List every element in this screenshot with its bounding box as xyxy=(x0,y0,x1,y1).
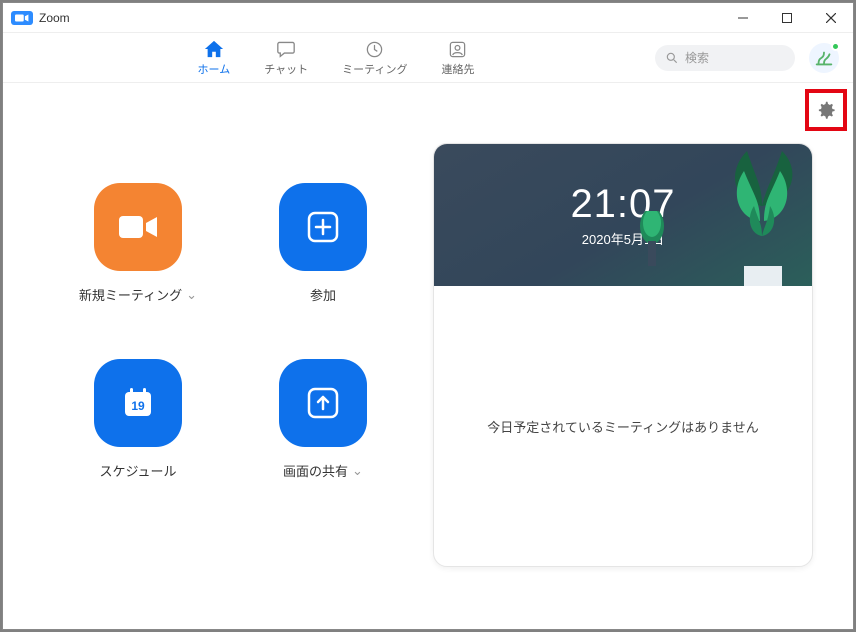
svg-text:19: 19 xyxy=(131,399,145,413)
user-avatar[interactable] xyxy=(809,43,839,73)
schedule-action: 19 スケジュール xyxy=(73,359,203,480)
settings-button-highlight xyxy=(805,89,847,131)
card-hero: 21:07 2020年5月1日 xyxy=(434,144,812,286)
actions-grid: 新規ミーティング ⌄ 参加 19 xyxy=(3,83,423,629)
calendar-icon: 19 xyxy=(119,384,157,422)
plus-icon xyxy=(305,209,341,245)
video-icon xyxy=(116,211,160,243)
nav-home[interactable]: ホーム xyxy=(198,38,231,77)
new-meeting-action: 新規ミーティング ⌄ xyxy=(73,183,203,304)
window-title: Zoom xyxy=(39,11,70,25)
nav-meetings[interactable]: ミーティング xyxy=(342,38,407,77)
join-label: 参加 xyxy=(310,285,336,304)
nav-chat[interactable]: チャット xyxy=(264,38,308,77)
join-caption: 参加 xyxy=(310,285,336,304)
minimize-button[interactable] xyxy=(721,3,765,33)
contacts-icon xyxy=(448,38,467,60)
share-screen-label: 画面の共有 xyxy=(283,461,348,480)
new-meeting-button[interactable] xyxy=(94,183,182,271)
window-controls xyxy=(721,3,853,33)
chevron-down-icon: ⌄ xyxy=(352,463,363,479)
chat-icon xyxy=(276,38,296,60)
titlebar: Zoom xyxy=(3,3,853,33)
nav-home-label: ホーム xyxy=(198,61,231,77)
search-input[interactable]: 検索 xyxy=(655,45,795,71)
close-button[interactable] xyxy=(809,3,853,33)
main-content: 新規ミーティング ⌄ 参加 19 xyxy=(3,83,853,629)
join-button[interactable] xyxy=(279,183,367,271)
plant-decoration xyxy=(702,146,812,286)
right-pane: 21:07 2020年5月1日 今日予定されているミーティングはありません xyxy=(423,83,853,629)
app-icon xyxy=(11,11,33,25)
nav-contacts-label: 連絡先 xyxy=(441,61,474,77)
chevron-down-icon: ⌄ xyxy=(186,287,197,303)
clock-icon xyxy=(365,38,384,60)
schedule-caption: スケジュール xyxy=(99,461,176,480)
gear-icon[interactable] xyxy=(817,101,835,119)
share-screen-caption[interactable]: 画面の共有 ⌄ xyxy=(283,461,363,480)
new-meeting-caption[interactable]: 新規ミーティング ⌄ xyxy=(79,285,197,304)
top-nav: ホーム チャット ミーティング 連絡先 xyxy=(3,33,853,83)
app-window: Zoom ホーム チャット xyxy=(2,2,854,630)
join-action: 参加 xyxy=(258,183,388,304)
nav-meetings-label: ミーティング xyxy=(342,61,407,77)
home-icon xyxy=(203,38,225,60)
share-screen-action: 画面の共有 ⌄ xyxy=(258,359,388,480)
nav-chat-label: チャット xyxy=(264,61,308,77)
status-indicator xyxy=(831,42,840,51)
today-card: 21:07 2020年5月1日 今日予定されているミーティングはありません xyxy=(433,143,813,567)
share-screen-button[interactable] xyxy=(279,359,367,447)
search-placeholder: 検索 xyxy=(685,49,709,66)
card-body: 今日予定されているミーティングはありません xyxy=(434,286,812,566)
schedule-label: スケジュール xyxy=(99,461,176,480)
search-icon xyxy=(665,51,679,65)
schedule-button[interactable]: 19 xyxy=(94,359,182,447)
no-meetings-message: 今日予定されているミーティングはありません xyxy=(487,417,758,436)
plant-decoration xyxy=(632,211,672,266)
nav-contacts[interactable]: 連絡先 xyxy=(441,38,474,77)
share-icon xyxy=(305,385,341,421)
new-meeting-label: 新規ミーティング xyxy=(79,285,182,304)
maximize-button[interactable] xyxy=(765,3,809,33)
